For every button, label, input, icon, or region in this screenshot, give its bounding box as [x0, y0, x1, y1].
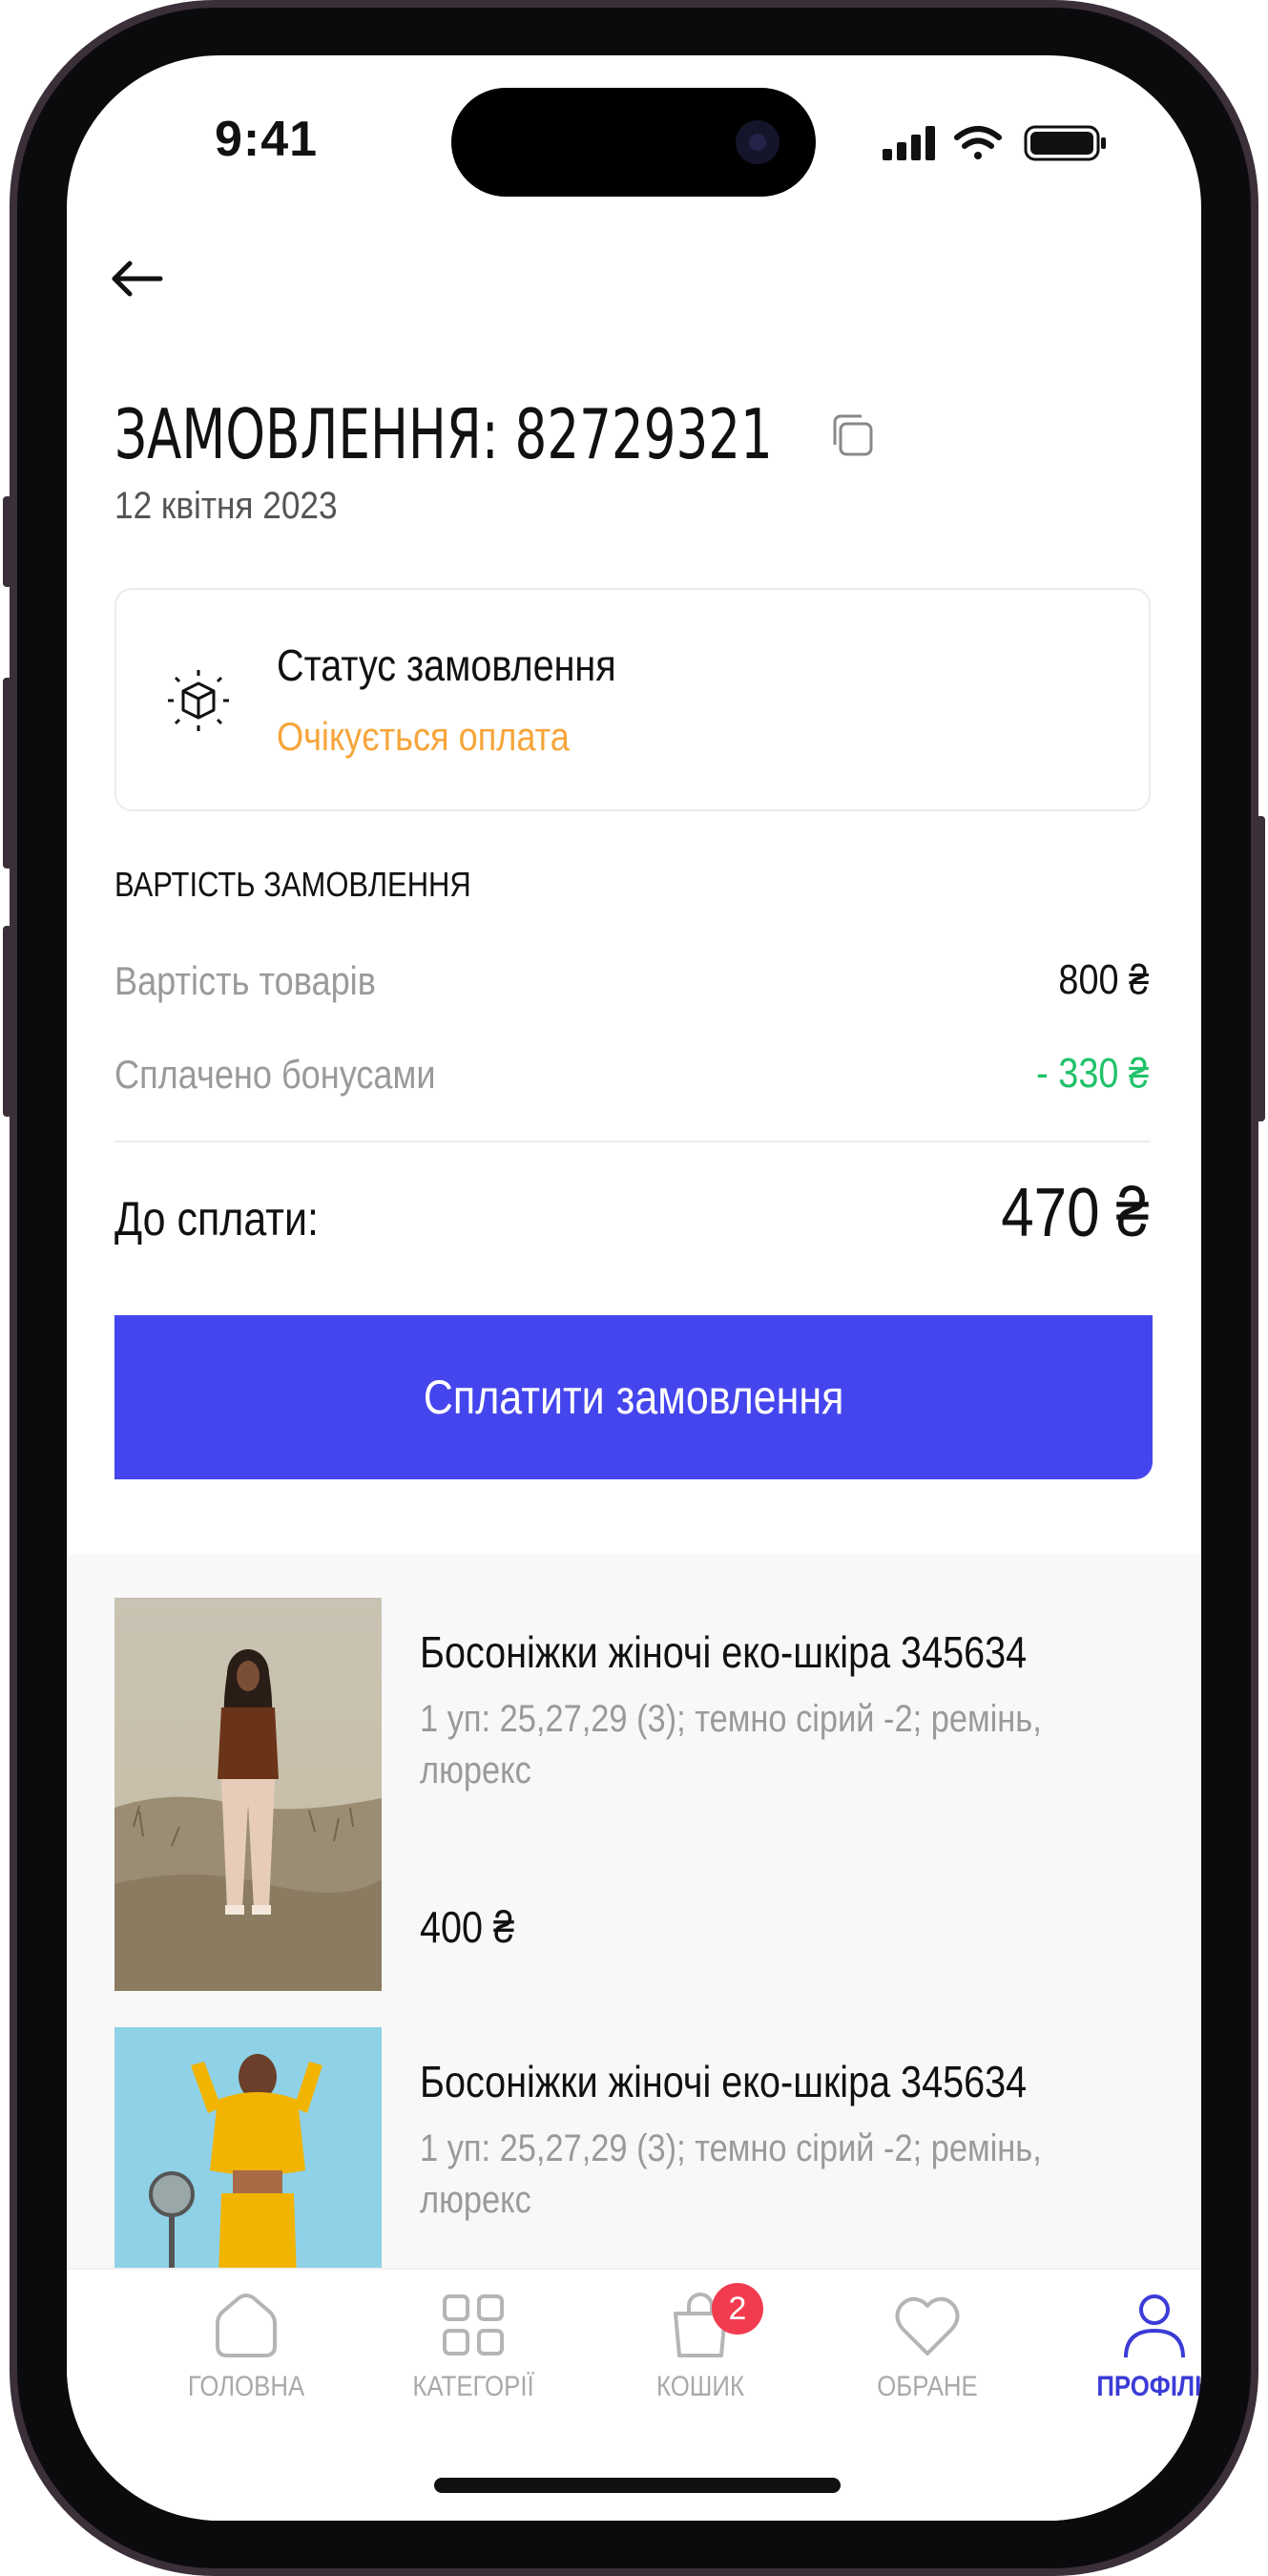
side-button	[3, 678, 12, 869]
cost-section-label: ВАРТІСТЬ ЗАМОВЛЕННЯ	[114, 865, 471, 904]
status-bar-icons	[883, 124, 1112, 162]
tab-label: ПРОФІЛЬ	[1096, 2371, 1201, 2402]
bonus-paid-label: Сплачено бонусами	[114, 1052, 436, 1097]
side-button	[1256, 816, 1265, 1121]
order-status-card: Статус замовлення Очікується оплата	[114, 588, 1151, 811]
tab-label: КАТЕГОРІЇ	[412, 2371, 534, 2402]
user-icon	[1124, 2294, 1185, 2358]
home-icon	[216, 2293, 277, 2357]
list-item[interactable]: Босоніжки жіночі еко-шкіра 345634 1 уп: …	[114, 1598, 1164, 1991]
package-icon	[164, 666, 233, 735]
pay-order-button[interactable]: Сплатити замовлення	[114, 1315, 1153, 1479]
total-value: 470 ₴	[1001, 1175, 1149, 1251]
divider	[114, 1141, 1151, 1142]
page-title: ЗАМОВЛЕННЯ: 82729321	[114, 394, 773, 474]
grid-icon	[443, 2294, 504, 2356]
bottom-tab-bar: ГОЛОВНА КАТЕГОРІЇ 2 КОШИК ОБРАНЕ ПРОФІЛЬ	[67, 2268, 1201, 2521]
tab-profile[interactable]: ПРОФІЛЬ	[1059, 2287, 1201, 2420]
goods-cost-value: 800 ₴	[1058, 956, 1149, 1003]
tab-categories[interactable]: КАТЕГОРІЇ	[378, 2287, 569, 2420]
tab-favorites[interactable]: ОБРАНЕ	[832, 2287, 1023, 2420]
copy-icon[interactable]	[825, 408, 879, 462]
order-date: 12 квітня 2023	[114, 485, 338, 527]
product-name: Босоніжки жіночі еко-шкіра 345634	[420, 1627, 1028, 1677]
status-title: Статус замовлення	[277, 640, 616, 690]
tab-home[interactable]: ГОЛОВНА	[151, 2287, 342, 2420]
tab-label: ГОЛОВНА	[187, 2371, 305, 2402]
pay-order-button-label: Сплатити замовлення	[423, 1371, 844, 1424]
cart-badge: 2	[712, 2283, 763, 2335]
heart-icon	[895, 2296, 960, 2356]
tab-label: ОБРАНЕ	[877, 2371, 978, 2402]
total-label: До сплати:	[114, 1192, 319, 1246]
status-value: Очікується оплата	[277, 714, 570, 759]
status-bar-time: 9:41	[215, 112, 319, 167]
dynamic-island	[451, 88, 816, 197]
product-description: 1 уп: 25,27,29 (3); темно сірий -2; ремі…	[420, 2127, 1042, 2221]
tab-cart[interactable]: 2 КОШИК	[605, 2283, 796, 2420]
product-description: 1 уп: 25,27,29 (3); темно сірий -2; ремі…	[420, 1698, 1042, 1791]
product-price: 400 ₴	[420, 1902, 515, 1952]
signal-icon	[883, 126, 935, 160]
goods-cost-label: Вартість товарів	[114, 958, 376, 1003]
product-list: Босоніжки жіночі еко-шкіра 345634 1 уп: …	[67, 1554, 1201, 2420]
tab-label: КОШИК	[655, 2371, 745, 2402]
product-name: Босоніжки жіночі еко-шкіра 345634	[420, 2057, 1028, 2106]
product-image	[114, 1598, 382, 1991]
back-arrow-icon[interactable]	[105, 246, 170, 311]
screen: 9:41 ЗАМОВЛЕННЯ: 82729321 12 квітня 2023…	[67, 55, 1201, 2521]
bonus-paid-value: - 330 ₴	[1036, 1050, 1149, 1097]
battery-icon	[1024, 125, 1106, 161]
side-button	[3, 496, 12, 587]
home-indicator	[434, 2478, 841, 2493]
side-button	[3, 926, 12, 1117]
wifi-icon	[954, 126, 1002, 159]
